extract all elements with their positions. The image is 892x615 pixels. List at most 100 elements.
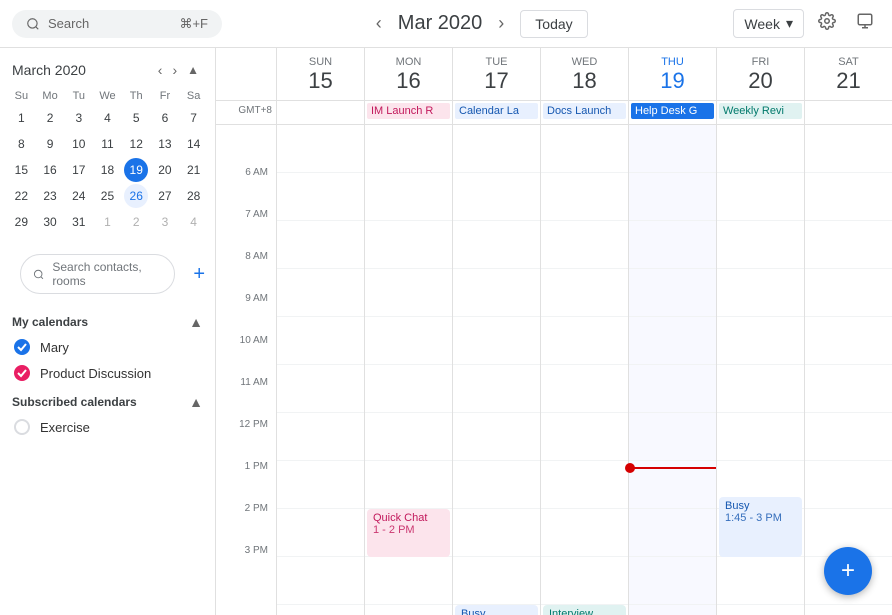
gmt-label bbox=[216, 48, 276, 100]
allday-event-docs-launch[interactable]: Docs Launch bbox=[543, 103, 626, 119]
mini-cal-day[interactable]: 28 bbox=[182, 184, 206, 208]
allday-event-calendar-launch[interactable]: Calendar La bbox=[455, 103, 538, 119]
mini-cal-day[interactable]: 31 bbox=[67, 210, 91, 234]
event-quick-chat[interactable]: Quick Chat 1 - 2 PM bbox=[367, 509, 450, 557]
mini-cal-day[interactable]: 12 bbox=[124, 132, 148, 156]
mini-cal-day[interactable]: 29 bbox=[9, 210, 33, 234]
open-in-new-button[interactable] bbox=[850, 6, 880, 41]
allday-event-weekly-review[interactable]: Weekly Revi bbox=[719, 103, 802, 119]
create-event-fab[interactable]: + bbox=[824, 547, 872, 595]
mini-cal-day[interactable]: 16 bbox=[38, 158, 62, 182]
mini-cal-prev[interactable]: ‹ bbox=[154, 60, 167, 80]
day-col-thu[interactable] bbox=[628, 125, 716, 615]
nav-title: Mar 2020 bbox=[398, 12, 483, 35]
time-label-10am: 10 AM bbox=[216, 335, 276, 383]
allday-thu[interactable]: Help Desk G bbox=[628, 101, 716, 124]
event-interview[interactable]: Interview 3 – 5:30 PM bbox=[543, 605, 626, 615]
add-contact-button[interactable]: + bbox=[191, 261, 207, 288]
mini-cal-day[interactable]: 30 bbox=[38, 210, 62, 234]
mini-cal-day[interactable]: 10 bbox=[67, 132, 91, 156]
event-busy-fri[interactable]: Busy 1:45 - 3 PM bbox=[719, 497, 802, 557]
day-num-tue: 17 bbox=[453, 68, 540, 94]
mini-cal-day[interactable]: 24 bbox=[67, 184, 91, 208]
mini-cal-day[interactable]: 13 bbox=[153, 132, 177, 156]
mini-cal-collapse[interactable]: ▲ bbox=[183, 60, 203, 80]
search-box[interactable]: Search ⌘+F bbox=[12, 10, 222, 38]
mini-cal-day[interactable]: 3 bbox=[67, 106, 91, 130]
mini-cal-day[interactable]: 11 bbox=[95, 132, 119, 156]
day-label-th: Th bbox=[123, 88, 150, 104]
allday-mon[interactable]: IM Launch R bbox=[364, 101, 452, 124]
allday-event-help-desk[interactable]: Help Desk G bbox=[631, 103, 714, 119]
mini-cal-day[interactable]: 21 bbox=[182, 158, 206, 182]
prev-button[interactable]: ‹ bbox=[368, 9, 390, 38]
mini-cal-day[interactable]: 6 bbox=[153, 106, 177, 130]
calendar-item-mary[interactable]: Mary bbox=[0, 334, 215, 360]
mini-cal-nav: ‹ › ▲ bbox=[154, 60, 203, 80]
mini-cal-day[interactable]: 1 bbox=[9, 106, 33, 130]
day-header-tue[interactable]: Tue 17 bbox=[452, 48, 540, 100]
day-label-we: We bbox=[94, 88, 121, 104]
mini-cal-day[interactable]: 4 bbox=[182, 210, 206, 234]
day-col-wed[interactable]: Interview 3 – 5:30 PM bbox=[540, 125, 628, 615]
day-num-mon: 16 bbox=[365, 68, 452, 94]
mini-cal-day[interactable]: 7 bbox=[182, 106, 206, 130]
mini-cal-day[interactable]: 17 bbox=[67, 158, 91, 182]
calendar-item-product-discussion[interactable]: Product Discussion bbox=[0, 360, 215, 386]
day-header-sun[interactable]: Sun 15 bbox=[276, 48, 364, 100]
day-col-mon[interactable]: Quick Chat 1 - 2 PM bbox=[364, 125, 452, 615]
mini-cal-day[interactable]: 27 bbox=[153, 184, 177, 208]
subscribed-collapse[interactable]: ▲ bbox=[189, 394, 203, 410]
day-header-thu[interactable]: Thu 19 bbox=[628, 48, 716, 100]
allday-wed[interactable]: Docs Launch bbox=[540, 101, 628, 124]
day-headers: Sun 15 Mon 16 Tue 17 Wed 18 Thu 19 Fri 2… bbox=[216, 48, 892, 101]
today-button[interactable]: Today bbox=[520, 10, 587, 38]
view-select[interactable]: Week ▾ bbox=[733, 9, 804, 38]
mini-cal-day[interactable]: 15 bbox=[9, 158, 33, 182]
day-header-wed[interactable]: Wed 18 bbox=[540, 48, 628, 100]
day-col-fri[interactable]: Busy 1:45 - 3 PM bbox=[716, 125, 804, 615]
mini-cal-grid: Su Mo Tu We Th Fr Sa 1 2 3 4 5 6 7 8 9 1… bbox=[8, 88, 207, 234]
mini-cal-day[interactable]: 4 bbox=[95, 106, 119, 130]
mini-cal-day[interactable]: 20 bbox=[153, 158, 177, 182]
allday-fri[interactable]: Weekly Revi bbox=[716, 101, 804, 124]
mini-cal-day-selected[interactable]: 26 bbox=[124, 184, 148, 208]
mini-cal-day[interactable]: 9 bbox=[38, 132, 62, 156]
mini-cal-day[interactable]: 14 bbox=[182, 132, 206, 156]
mini-cal-day-today[interactable]: 19 bbox=[124, 158, 148, 182]
allday-event-im-launch[interactable]: IM Launch R bbox=[367, 103, 450, 119]
mini-cal-day[interactable]: 1 bbox=[95, 210, 119, 234]
mini-cal-day[interactable]: 2 bbox=[38, 106, 62, 130]
day-col-sat[interactable] bbox=[804, 125, 892, 615]
day-name-wed: Wed bbox=[541, 56, 628, 68]
mini-cal-day[interactable]: 2 bbox=[124, 210, 148, 234]
mini-cal-day[interactable]: 3 bbox=[153, 210, 177, 234]
mini-cal-next[interactable]: › bbox=[168, 60, 181, 80]
view-label: Week bbox=[744, 16, 780, 32]
calendar-item-exercise[interactable]: Exercise bbox=[0, 414, 215, 440]
next-button[interactable]: › bbox=[490, 9, 512, 38]
day-header-fri[interactable]: Fri 20 bbox=[716, 48, 804, 100]
mini-cal-day[interactable]: 25 bbox=[95, 184, 119, 208]
mini-cal-day[interactable]: 22 bbox=[9, 184, 33, 208]
mini-cal-day[interactable]: 8 bbox=[9, 132, 33, 156]
mini-cal-day[interactable]: 18 bbox=[95, 158, 119, 182]
settings-button[interactable] bbox=[812, 6, 842, 41]
allday-sun[interactable] bbox=[276, 101, 364, 124]
day-header-mon[interactable]: Mon 16 bbox=[364, 48, 452, 100]
my-calendars-collapse[interactable]: ▲ bbox=[189, 314, 203, 330]
search-icon bbox=[26, 17, 40, 31]
day-header-sat[interactable]: Sat 21 bbox=[804, 48, 892, 100]
subscribed-calendars-header: Subscribed calendars ▲ bbox=[0, 386, 215, 414]
day-col-sun[interactable] bbox=[276, 125, 364, 615]
mini-cal-day[interactable]: 5 bbox=[124, 106, 148, 130]
gear-icon bbox=[818, 12, 836, 30]
allday-sat[interactable] bbox=[804, 101, 892, 124]
allday-tue[interactable]: Calendar La bbox=[452, 101, 540, 124]
calendar-area: Sun 15 Mon 16 Tue 17 Wed 18 Thu 19 Fri 2… bbox=[216, 48, 892, 615]
day-col-tue[interactable]: Busy 3 - 4 PM bbox=[452, 125, 540, 615]
event-busy-tue[interactable]: Busy 3 - 4 PM bbox=[455, 605, 538, 615]
time-label-12pm: 12 PM bbox=[216, 419, 276, 467]
mini-cal-day[interactable]: 23 bbox=[38, 184, 62, 208]
contacts-search-box[interactable]: Search contacts, rooms bbox=[20, 254, 175, 294]
